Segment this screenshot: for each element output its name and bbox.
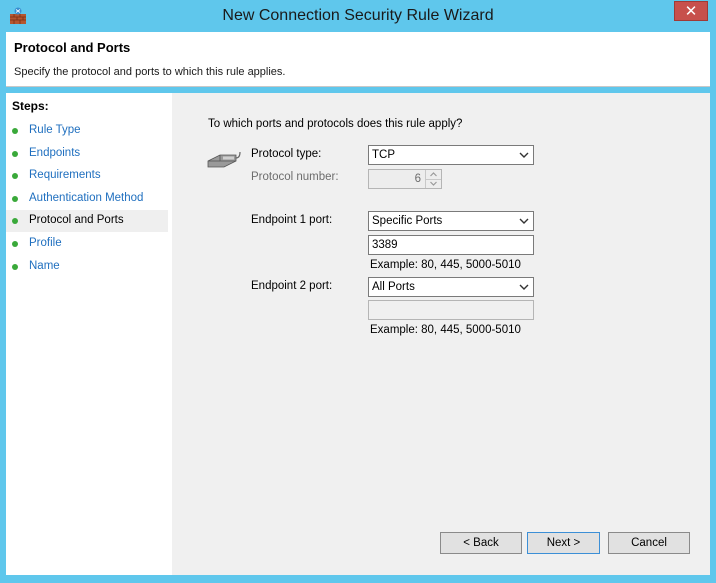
main-panel: To which ports and protocols does this r…: [172, 93, 710, 575]
step-requirements[interactable]: Requirements: [6, 165, 168, 187]
protocol-type-select[interactable]: TCP: [368, 145, 534, 165]
step-bullet-icon: [12, 264, 18, 270]
close-icon: ✕: [684, 2, 698, 20]
stepper-buttons: [425, 170, 441, 188]
network-cable-icon: [207, 151, 241, 168]
step-profile[interactable]: Profile: [6, 233, 168, 255]
next-button[interactable]: Next >: [527, 532, 600, 554]
protocol-type-label: Protocol type:: [251, 148, 322, 160]
step-label: Protocol and Ports: [29, 214, 124, 226]
question-text: To which ports and protocols does this r…: [208, 118, 463, 130]
close-button[interactable]: ✕: [674, 1, 708, 21]
endpoint2-port-label: Endpoint 2 port:: [251, 280, 333, 292]
step-label: Rule Type: [29, 124, 81, 136]
step-rule-type[interactable]: Rule Type: [6, 120, 168, 142]
step-protocol-and-ports[interactable]: Protocol and Ports: [6, 210, 168, 232]
step-label: Requirements: [29, 169, 101, 181]
wizard-header: Protocol and Ports Specify the protocol …: [6, 32, 710, 87]
cancel-button[interactable]: Cancel: [608, 532, 690, 554]
window-title: New Connection Security Rule Wizard: [222, 7, 494, 24]
page-title: Protocol and Ports: [14, 40, 131, 55]
step-bullet-icon: [12, 151, 18, 157]
step-name[interactable]: Name: [6, 256, 168, 278]
endpoint2-example-text: Example: 80, 445, 5000-5010: [370, 324, 521, 336]
page-subtitle: Specify the protocol and ports to which …: [14, 66, 286, 78]
step-label: Profile: [29, 237, 62, 249]
step-authentication-method[interactable]: Authentication Method: [6, 188, 168, 210]
title-bar: New Connection Security Rule Wizard ✕: [0, 0, 716, 32]
step-bullet-icon: [12, 173, 18, 179]
endpoint1-port-select-value: Specific Ports: [372, 215, 443, 227]
chevron-down-icon: [519, 284, 529, 290]
endpoint2-ports-field: [368, 300, 534, 320]
step-bullet-icon: [12, 241, 18, 247]
protocol-number-label: Protocol number:: [251, 171, 339, 183]
step-bullet-icon: [12, 218, 18, 224]
endpoint1-port-select[interactable]: Specific Ports: [368, 211, 534, 231]
endpoint1-example-text: Example: 80, 445, 5000-5010: [370, 259, 521, 271]
endpoint2-ports-input: [369, 301, 525, 319]
protocol-type-value: TCP: [372, 149, 395, 161]
step-label: Authentication Method: [29, 192, 144, 204]
endpoint2-port-select[interactable]: All Ports: [368, 277, 534, 297]
endpoint2-port-select-value: All Ports: [372, 281, 415, 293]
endpoint1-ports-field[interactable]: [368, 235, 534, 255]
steps-title: Steps:: [12, 99, 49, 113]
protocol-number-stepper[interactable]: 6: [368, 169, 442, 189]
endpoint1-ports-input[interactable]: [369, 236, 525, 254]
steps-sidebar: Steps: Rule Type Endpoints Requirements …: [6, 93, 172, 575]
endpoint1-port-label: Endpoint 1 port:: [251, 214, 333, 226]
step-bullet-icon: [12, 196, 18, 202]
back-button[interactable]: < Back: [440, 532, 522, 554]
step-bullet-icon: [12, 128, 18, 134]
step-label: Name: [29, 260, 60, 272]
protocol-number-value: 6: [414, 173, 421, 185]
chevron-down-icon: [519, 218, 529, 224]
step-label: Endpoints: [29, 147, 81, 159]
step-endpoints[interactable]: Endpoints: [6, 143, 168, 165]
chevron-down-icon: [519, 152, 529, 158]
chevron-down-icon[interactable]: [426, 179, 441, 188]
